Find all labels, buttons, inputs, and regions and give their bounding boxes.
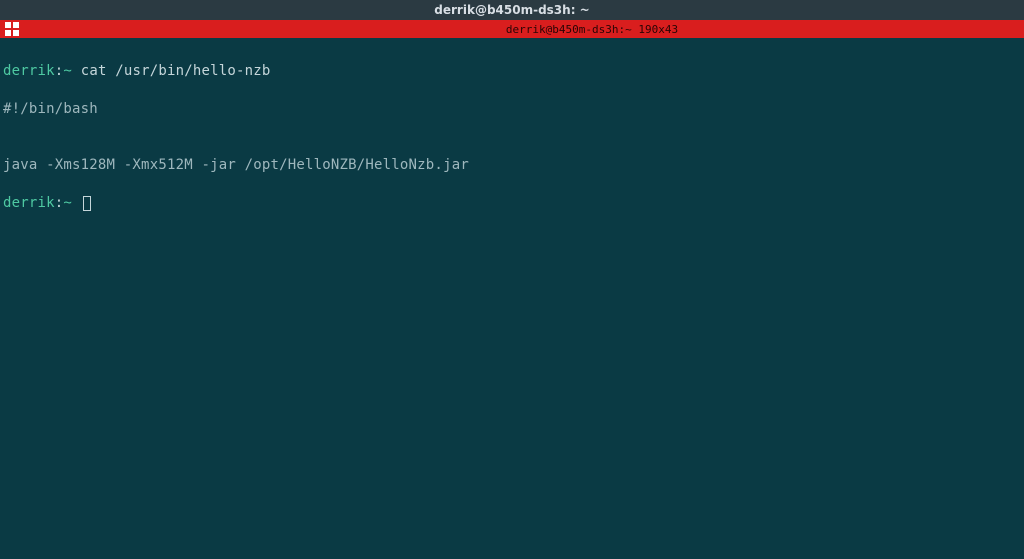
terminal-output: java -Xms128M -Xmx512M -jar /opt/HelloNZ…	[3, 156, 1021, 175]
terminal-tabbar: derrik@b450m-ds3h:~ 190x43	[0, 20, 1024, 38]
terminal-line: derrik:~	[3, 194, 1021, 213]
prompt-user: derrik	[3, 63, 55, 79]
terminal-output: #!/bin/bash	[3, 100, 1021, 119]
prompt-cwd: ~	[63, 63, 72, 79]
window-title: derrik@b450m-ds3h: ~	[434, 3, 589, 17]
prompt-user: derrik	[3, 195, 55, 211]
command-text: cat /usr/bin/hello-nzb	[81, 63, 271, 79]
terminal-line: derrik:~ cat /usr/bin/hello-nzb	[3, 62, 1021, 81]
terminal-viewport[interactable]: derrik:~ cat /usr/bin/hello-nzb #!/bin/b…	[0, 38, 1024, 237]
window-titlebar: derrik@b450m-ds3h: ~	[0, 0, 1024, 20]
terminal-cursor	[83, 196, 91, 211]
tiling-icon[interactable]	[5, 22, 19, 36]
prompt-cwd: ~	[63, 195, 72, 211]
tab-info-label: derrik@b450m-ds3h:~ 190x43	[506, 23, 678, 36]
